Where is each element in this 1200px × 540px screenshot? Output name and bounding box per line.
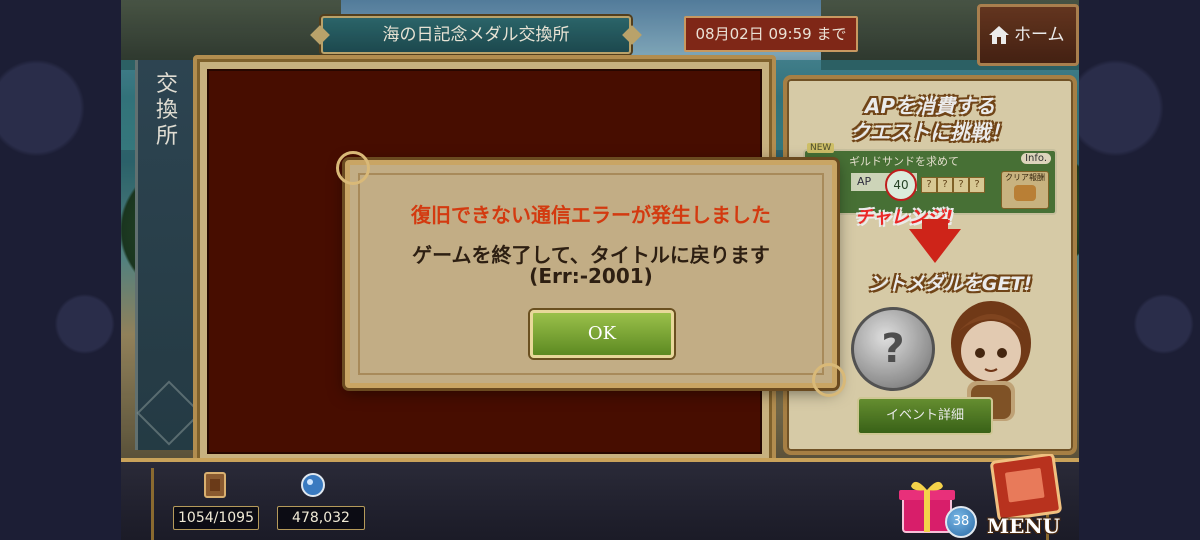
corner-ornament-icon <box>812 363 846 397</box>
gift-count-badge: 38 <box>945 506 977 538</box>
currency-counter: 478,032 <box>277 506 365 530</box>
ap-counter: 1054/1095 <box>173 506 259 530</box>
menu-button-label[interactable]: MENU <box>987 514 1060 538</box>
error-title: 復旧できない通信エラーが発生しました <box>411 203 771 227</box>
right-decorative-border <box>1077 0 1200 540</box>
card-icon <box>204 472 226 498</box>
error-code: (Err:-2001) <box>529 264 653 288</box>
corner-ornament-icon <box>336 151 370 185</box>
left-decorative-border <box>0 0 123 540</box>
orb-icon <box>301 473 325 497</box>
ok-button[interactable]: OK <box>530 310 674 358</box>
error-dialog: 復旧できない通信エラーが発生しました ゲームを終了して、タイトルに戻ります (E… <box>336 151 846 397</box>
game-screen: 交 換 所 海の日記念メダル交換所 08月02日 09:59 まで ホーム AP… <box>121 0 1079 540</box>
